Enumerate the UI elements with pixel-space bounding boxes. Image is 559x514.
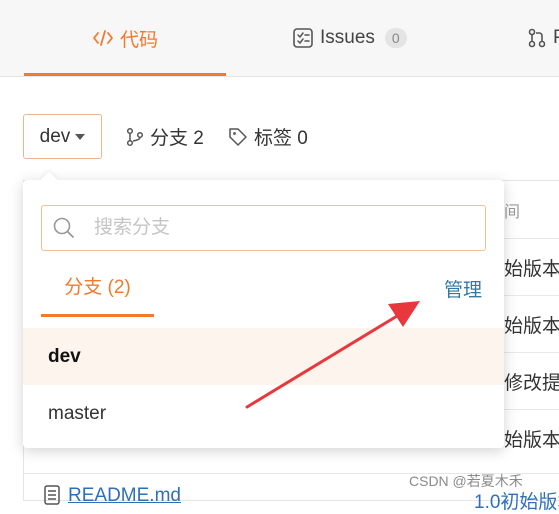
branch-option-dev[interactable]: dev [23,328,504,385]
tab-code[interactable]: 代码 [24,0,226,76]
table-row-commit-partial[interactable]: 始版本 [504,295,559,353]
tags-count-label: 标签 0 [254,128,308,149]
branch-icon [126,127,144,147]
branch-search-input[interactable] [92,216,456,240]
watermark: CSDN @若夏木禾 [409,473,523,489]
dropdown-pointer [40,171,58,189]
branch-select-value: dev [39,125,71,147]
readme-commit-link[interactable]: 1.0初始版本 [474,487,559,514]
branch-dropdown: 分支 (2) 管理 dev master [23,171,504,448]
active-tab-indicator [41,314,154,317]
file-table-header-partial: 间 [504,203,521,221]
branch-select[interactable]: dev [23,114,102,159]
branch-option-master[interactable]: master [23,385,504,442]
search-icon [52,216,76,240]
branch-option-label: master [48,402,107,424]
tab-pull-requests[interactable]: P [527,0,559,76]
tags-count-link[interactable]: 标签 0 [228,114,308,159]
tag-icon [228,127,248,147]
branches-count-label: 分支 2 [150,128,204,149]
caret-down-icon [75,133,86,140]
tab-branches-label: 分支 (2) [64,277,131,298]
pull-request-icon [527,27,547,49]
file-icon [44,485,60,510]
branch-option-label: dev [48,345,81,367]
table-row-commit-partial[interactable]: 始版本 [504,409,559,467]
tab-code-label: 代码 [119,29,158,51]
tab-issues-label: Issues [320,27,375,48]
tab-issues[interactable]: Issues 0 [292,0,407,76]
repo-tab-bar: 代码 Issues 0 P [0,0,559,77]
active-tab-indicator [24,73,226,76]
manage-branches-link[interactable]: 管理 [444,275,482,302]
table-row-commit-partial[interactable]: 修改提交 [504,352,559,410]
table-row-commit-partial[interactable]: 始版本 [504,238,559,296]
code-icon [92,29,114,47]
branch-toolbar: dev 分支 2 标签 0 [23,114,559,159]
readme-file-link[interactable]: README.md [68,485,181,507]
branches-count-link[interactable]: 分支 2 [126,114,204,159]
branch-search-box[interactable] [41,205,486,251]
tab-pull-requests-label: P [553,27,559,49]
issues-icon [292,27,314,49]
issues-count-badge: 0 [384,28,407,48]
tab-branches[interactable]: 分支 (2) [41,272,154,317]
